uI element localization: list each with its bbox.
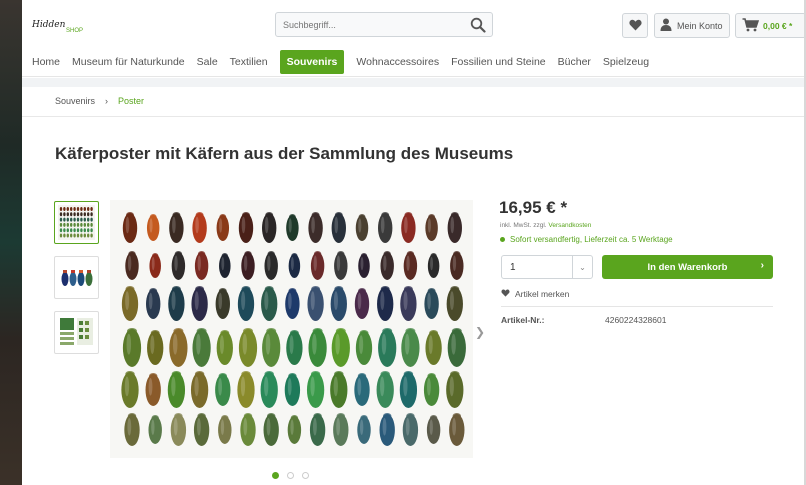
breadcrumb-souvenirs[interactable]: Souvenirs: [55, 96, 95, 106]
logo-shop-text: SHOP: [66, 28, 84, 34]
delivery-text: Sofort versandfertig, Lieferzeit ca. 5 W…: [510, 235, 673, 244]
heart-icon: [628, 19, 642, 33]
article-number-value: 4260224328601: [605, 315, 667, 325]
thumbnail-1[interactable]: [54, 201, 99, 244]
gallery-dot-3[interactable]: [302, 472, 309, 479]
thumbnail-poster-image: [58, 205, 95, 240]
nav-item-fossilien[interactable]: Fossilien und Steine: [451, 56, 546, 68]
gallery-dot-2[interactable]: [287, 472, 294, 479]
main-nav: Home Museum für Naturkunde Sale Textilie…: [22, 48, 804, 77]
buybox-divider: [501, 306, 773, 307]
add-to-cart-label: In den Warenkorb: [647, 261, 728, 273]
chevron-right-icon: ›: [760, 260, 764, 271]
search-box: [275, 12, 493, 37]
gallery-next-arrow[interactable]: ❯: [475, 325, 485, 339]
page: Hidden SHOP Mein Konto 0,00 € *: [22, 0, 804, 485]
shipping-cost-link[interactable]: Versandkosten: [548, 222, 591, 229]
quantity-select[interactable]: 1 ⌄: [501, 255, 593, 279]
background-beetle-left: [0, 0, 22, 485]
gallery-dots: [272, 472, 309, 479]
breadcrumb-poster[interactable]: Poster: [118, 96, 144, 106]
logo-mark: Hidden: [32, 20, 66, 30]
product-main-image[interactable]: [110, 200, 473, 458]
thumbnail-2[interactable]: [54, 256, 99, 299]
search-input[interactable]: [276, 13, 456, 36]
header: Hidden SHOP Mein Konto 0,00 € *: [22, 0, 804, 48]
heart-icon: [501, 289, 510, 299]
nav-divider-band: [22, 78, 804, 87]
account-label: Mein Konto: [677, 20, 723, 31]
product-title: Käferposter mit Käfern aus der Sammlung …: [55, 144, 514, 163]
nav-item-sale[interactable]: Sale: [197, 56, 218, 68]
beetle-poster-image: [110, 200, 473, 458]
gallery-dot-1[interactable]: [272, 472, 279, 479]
nav-item-home[interactable]: Home: [32, 56, 60, 68]
thumbnail-3[interactable]: [54, 311, 99, 354]
article-number-label: Artikel-Nr.:: [501, 315, 545, 325]
shop-logo[interactable]: Hidden SHOP: [32, 20, 84, 36]
wishlist-button[interactable]: [622, 13, 648, 38]
quantity-value: 1: [510, 261, 516, 273]
cart-amount: 0,00 € *: [763, 20, 793, 31]
tax-prefix: inkl. MwSt. zzgl.: [500, 222, 547, 229]
delivery-status-dot: [500, 237, 505, 242]
account-button[interactable]: Mein Konto: [654, 13, 730, 38]
delivery-info: Sofort versandfertig, Lieferzeit ca. 5 W…: [500, 235, 673, 244]
product-price: 16,95 € *: [499, 198, 568, 217]
add-to-cart-button[interactable]: In den Warenkorb ›: [602, 255, 773, 279]
nav-item-wohnaccessoires[interactable]: Wohnaccessoires: [356, 56, 439, 68]
wishlist-link[interactable]: Artikel merken: [501, 289, 569, 299]
user-icon: [660, 18, 672, 33]
nav-item-spielzeug[interactable]: Spielzeug: [603, 56, 649, 68]
breadcrumb: Souvenirs › Poster: [55, 96, 144, 106]
chevron-down-icon: ⌄: [572, 256, 592, 278]
cart-icon: [742, 17, 760, 34]
nav-item-museum[interactable]: Museum für Naturkunde: [72, 56, 185, 68]
tax-info: inkl. MwSt. zzgl. Versandkosten: [500, 222, 591, 229]
breadcrumb-divider: [22, 116, 804, 117]
thumbnail-beetles-image: [58, 260, 95, 295]
nav-item-buecher[interactable]: Bücher: [558, 56, 591, 68]
thumbnail-info-image: [58, 315, 95, 350]
nav-item-textilien[interactable]: Textilien: [230, 56, 268, 68]
search-icon[interactable]: [470, 17, 486, 33]
cart-button[interactable]: 0,00 € *: [735, 13, 804, 38]
breadcrumb-separator: ›: [105, 96, 109, 106]
nav-item-souvenirs[interactable]: Souvenirs: [279, 50, 345, 74]
wishlist-label: Artikel merken: [515, 289, 570, 299]
